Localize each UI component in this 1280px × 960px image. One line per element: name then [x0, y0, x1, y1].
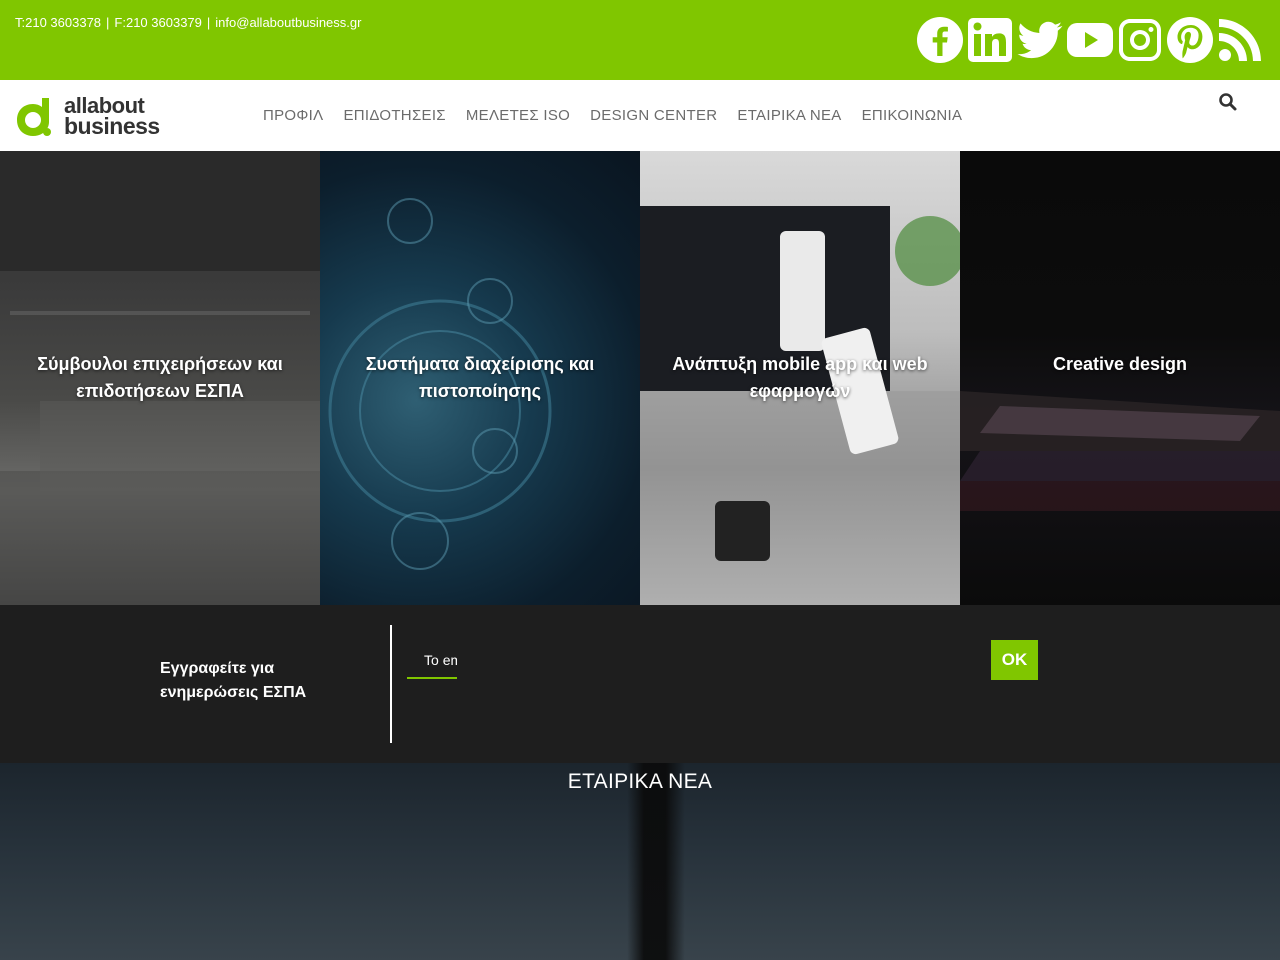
tile-mobile-apps[interactable]: Ανάπτυξη mobile app και web εφαρμογών [640, 151, 960, 605]
nav-item-profile[interactable]: ΠΡΟΦΙΛ [253, 107, 333, 124]
nav-item-design-center[interactable]: DESIGN CENTER [580, 107, 727, 124]
site-logo[interactable]: allabout business [10, 94, 170, 138]
section-title: ΕΤΑΙΡΙΚΑ ΝΕΑ [567, 770, 713, 793]
nav-item-contact[interactable]: ΕΠΙΚΟΙΝΩΝΙΑ [852, 107, 973, 124]
youtube-icon[interactable] [1066, 15, 1114, 65]
top-bar: T:210 3603378 | F:210 3603379 | info@all… [0, 0, 1280, 80]
tile-caption: Ανάπτυξη mobile app και web εφαρμογών [672, 354, 928, 401]
social-links [916, 15, 1264, 65]
nav-menu: ΠΡΟΦΙΛ ΕΠΙΔΟΤΗΣΕΙΣ ΜΕΛΕΤΕΣ ISO DESIGN CE… [253, 80, 972, 151]
tile-creative-design[interactable]: Creative design [960, 151, 1280, 605]
email-field[interactable] [407, 643, 457, 679]
subscribe-button[interactable]: OK [991, 640, 1038, 680]
instagram-icon[interactable] [1116, 15, 1164, 65]
twitter-icon[interactable] [1016, 15, 1064, 65]
news-section: ΕΤΑΙΡΙΚΑ ΝΕΑ [0, 763, 1280, 960]
creative-laptop-icon [960, 391, 1280, 511]
nav-item-company-news[interactable]: ΕΤΑΙΡΙΚΑ ΝΕΑ [727, 107, 851, 124]
facebook-icon[interactable] [916, 15, 964, 65]
separator: | [106, 15, 110, 30]
logo-line-2: business [64, 113, 160, 139]
newsletter-label: Εγγραφείτε για ενημερώσεις ΕΣΠΑ [160, 660, 307, 701]
logo-text: allabout business [64, 95, 160, 139]
newsletter-section: Εγγραφείτε για ενημερώσεις ΕΣΠΑ OK [0, 605, 1280, 763]
email-link[interactable]: info@allaboutbusiness.gr [215, 15, 361, 30]
separator: | [206, 15, 211, 30]
divider [390, 625, 392, 743]
tile-caption: Σύμβουλοι επιχειρήσεων και επιδοτήσεων Ε… [37, 354, 283, 401]
service-tiles: Σύμβουλοι επιχειρήσεων και επιδοτήσεων Ε… [0, 151, 1280, 605]
pinterest-icon[interactable] [1166, 15, 1214, 65]
tile-iso-systems[interactable]: Συστήματα διαχείρισης και πιστοποίησης [320, 151, 640, 605]
tile-business-consulting[interactable]: Σύμβουλοι επιχειρήσεων και επιδοτήσεων Ε… [0, 151, 320, 605]
tile-caption: Συστήματα διαχείρισης και πιστοποίησης [365, 354, 595, 401]
main-navigation: allabout business ΠΡΟΦΙΛ ΕΠΙΔΟΤΗΣΕΙΣ ΜΕΛ… [0, 80, 1280, 151]
search-icon[interactable] [1218, 92, 1238, 112]
linkedin-icon[interactable] [966, 15, 1014, 65]
nav-item-iso-studies[interactable]: ΜΕΛΕΤΕΣ ISO [456, 107, 580, 124]
fax-number: F:210 3603379 [114, 15, 202, 30]
tile-caption: Creative design [1052, 354, 1188, 374]
nav-item-subsidies[interactable]: ΕΠΙΔΟΤΗΣΕΙΣ [333, 107, 455, 124]
rss-icon[interactable] [1216, 15, 1264, 65]
phone-number: T:210 3603378 [15, 15, 102, 30]
logo-mark-icon [10, 94, 54, 138]
contact-info: T:210 3603378 | F:210 3603379 | info@all… [15, 15, 361, 30]
